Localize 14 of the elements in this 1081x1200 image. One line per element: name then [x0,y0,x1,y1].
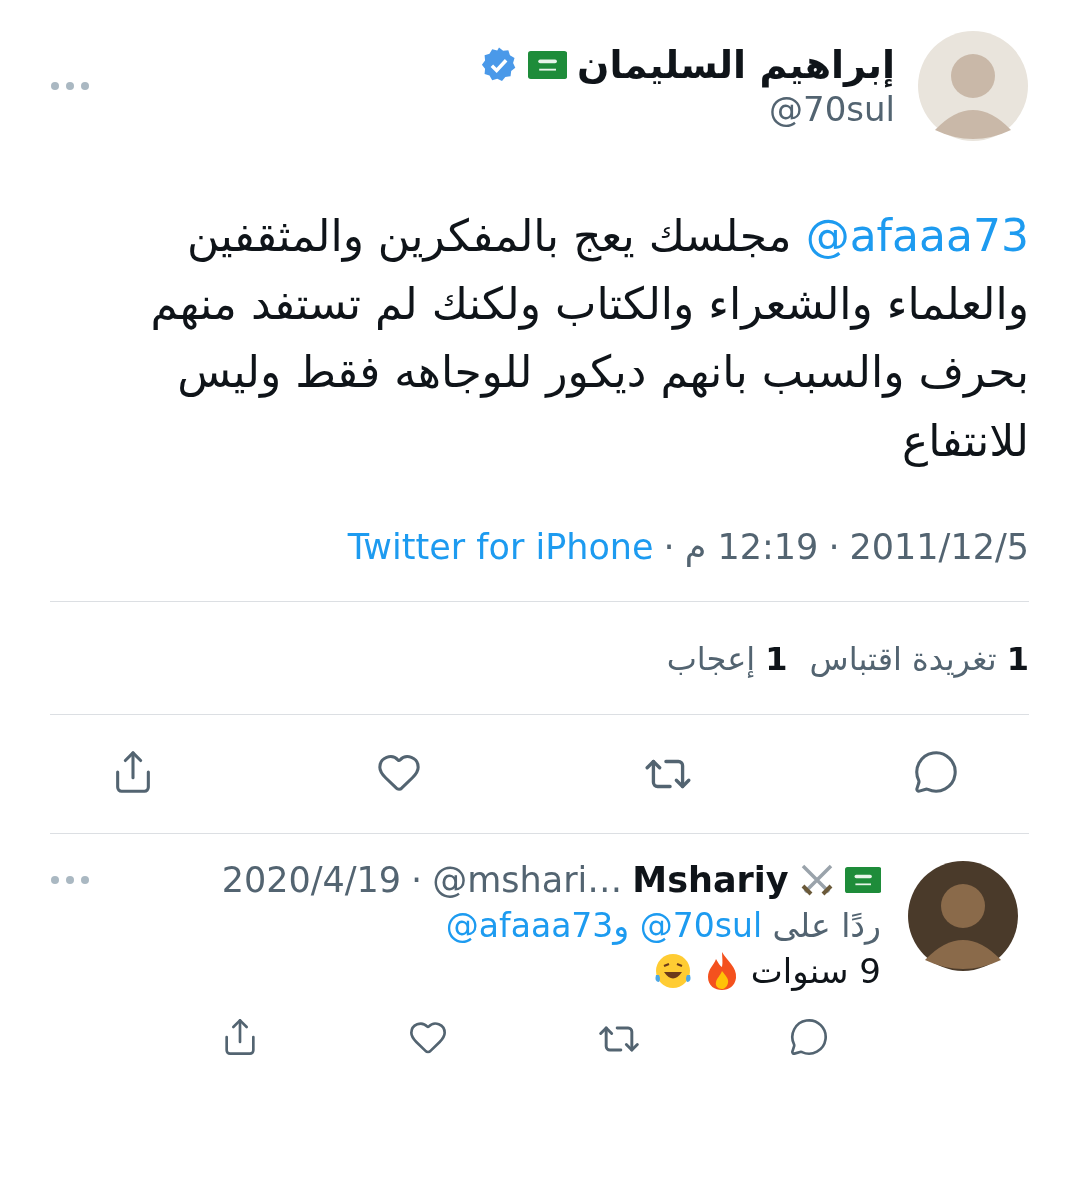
reply-author-name[interactable]: Mshariy [632,859,789,900]
separator: · [663,526,675,567]
tweet-date: 2011/12/5 [849,526,1029,567]
reply-author-handle[interactable]: @mshari… [432,859,623,900]
flag-icon [527,51,567,79]
tweet-time: 12:19 م [684,526,819,567]
reply-date: 2020/4/19 [221,859,402,900]
flag-icon [844,866,881,893]
author-handle[interactable]: @70sul [769,89,895,129]
separator: · [828,526,840,567]
separator: · [411,859,423,900]
author-name[interactable]: إبراهيم السليمان [577,43,895,87]
reply-text: 9 سنوات [750,950,881,991]
avatar-icon[interactable] [907,859,1019,972]
